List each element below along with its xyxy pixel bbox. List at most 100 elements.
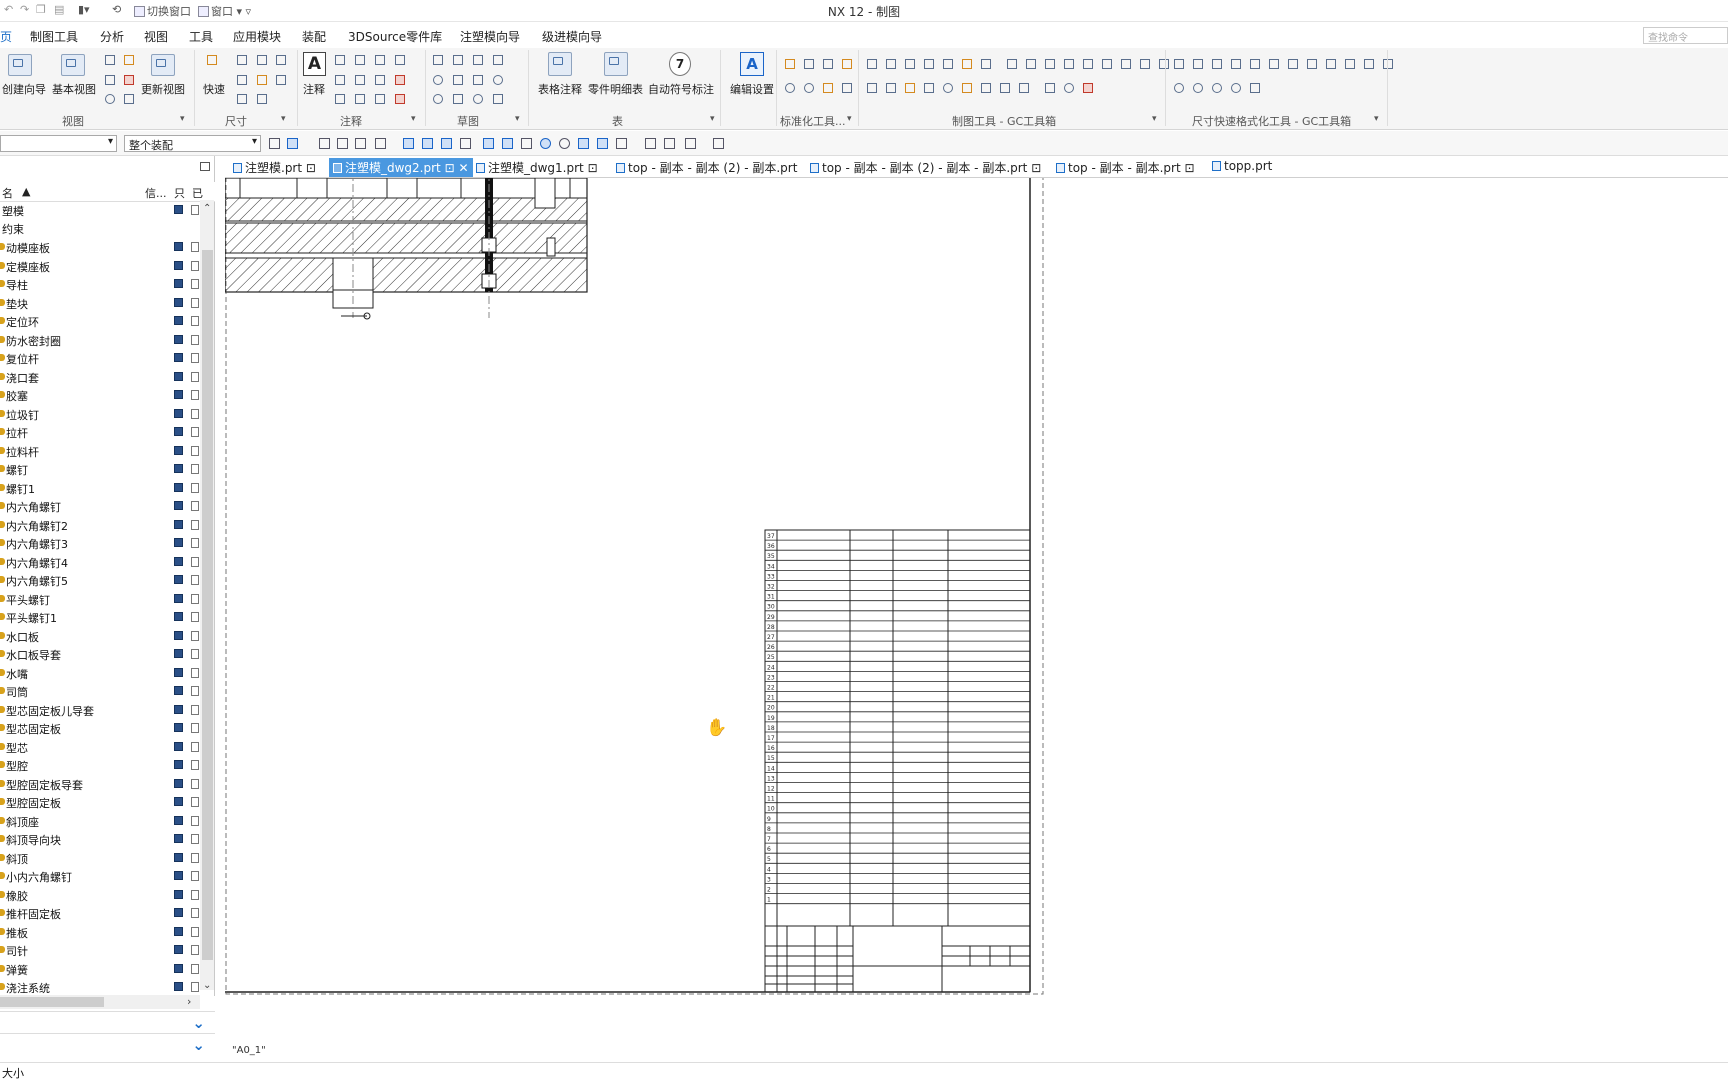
select-all-icon[interactable] <box>354 137 366 149</box>
gc-tool-icon[interactable] <box>1158 58 1169 69</box>
line-snap-icon[interactable] <box>440 137 452 149</box>
list-item[interactable]: 司针 <box>0 941 200 959</box>
point-on-curve-icon[interactable] <box>615 137 627 149</box>
gc-tool-icon[interactable] <box>1006 58 1017 69</box>
menu-page[interactable]: 页 <box>0 28 12 45</box>
gc-tool-icon[interactable] <box>1025 58 1036 69</box>
standard-tool-icon[interactable] <box>784 82 795 93</box>
deselect-icon[interactable] <box>336 137 348 149</box>
assembly-scope-select[interactable]: 整个装配 <box>124 135 261 152</box>
gc-tool-icon[interactable] <box>885 82 896 93</box>
list-item[interactable]: 小内六角螺钉 <box>0 867 200 885</box>
undo-select-icon[interactable] <box>318 137 330 149</box>
auto-balloon-icon[interactable]: 7 <box>669 52 691 76</box>
endpoint-snap-icon[interactable] <box>402 137 414 149</box>
group-annotation-dropdown-icon[interactable]: ▾ <box>411 114 416 124</box>
weld-symbol-icon[interactable] <box>374 74 385 85</box>
point-icon[interactable] <box>452 74 463 85</box>
list-item[interactable]: 水口板 <box>0 627 200 645</box>
scroll-up-icon[interactable]: ⌃ <box>203 203 211 214</box>
gc-tool-icon[interactable] <box>923 82 934 93</box>
column-info[interactable]: 信... <box>145 185 167 201</box>
center-snap-icon[interactable] <box>539 137 551 149</box>
list-item[interactable]: 型腔固定板 <box>0 793 200 811</box>
list-item[interactable]: 弹簧 <box>0 960 200 978</box>
chamfer-dim-icon[interactable] <box>236 74 247 85</box>
note-icon[interactable]: A <box>303 52 326 76</box>
standard-tool-icon[interactable] <box>841 82 852 93</box>
menu-3dsource[interactable]: 3DSource零件库 <box>348 28 442 45</box>
settings-icon[interactable] <box>712 137 724 149</box>
fillet-icon[interactable] <box>472 93 483 104</box>
gc-tool-icon[interactable] <box>1120 58 1131 69</box>
update-view-button[interactable]: 更新视图 <box>141 81 185 97</box>
group-table-dropdown-icon[interactable]: ▾ <box>710 114 715 124</box>
gc-tool-icon[interactable] <box>999 82 1010 93</box>
menu-assembly[interactable]: 装配 <box>302 28 326 45</box>
dim-format-icon[interactable] <box>1173 58 1184 69</box>
arc-length-dim-icon[interactable] <box>275 74 286 85</box>
list-item[interactable]: 平头螺钉1 <box>0 608 200 626</box>
list-item[interactable]: 司筒 <box>0 682 200 700</box>
quadrant-snap-icon[interactable] <box>520 137 532 149</box>
profile-icon[interactable] <box>432 54 443 65</box>
gc-tool-icon[interactable] <box>942 82 953 93</box>
standard-tool-icon[interactable] <box>784 58 795 69</box>
region-fill-icon[interactable] <box>394 93 405 104</box>
hatch-icon[interactable] <box>394 74 405 85</box>
dim-format-icon[interactable] <box>1325 58 1336 69</box>
list-item[interactable]: 内六角螺钉2 <box>0 516 200 534</box>
list-item[interactable]: 型腔固定板导套 <box>0 775 200 793</box>
group-gc-drafting-dropdown-icon[interactable]: ▾ <box>1152 114 1157 124</box>
scroll-right-icon[interactable]: › <box>187 995 191 1008</box>
tab-mold-prt[interactable]: 注塑模.prt ⊡ <box>229 158 320 177</box>
maximize-panel-icon[interactable] <box>200 162 210 171</box>
list-item[interactable]: 斜顶导向块 <box>0 830 200 848</box>
group-sketch-dropdown-icon[interactable]: ▾ <box>515 114 520 124</box>
group-gc-dim-format-dropdown-icon[interactable]: ▾ <box>1374 114 1379 124</box>
list-item[interactable]: 定模座板 <box>0 257 200 275</box>
gc-tool-icon[interactable] <box>1139 58 1150 69</box>
update-view-icon[interactable] <box>151 54 175 76</box>
radial-dim-icon[interactable] <box>256 54 267 65</box>
tab-top-copy-3[interactable]: top - 副本 - 副本.prt ⊡ <box>1052 158 1199 177</box>
standard-tool-icon[interactable] <box>803 82 814 93</box>
scroll-down-icon[interactable]: ⌄ <box>203 980 211 991</box>
parts-list-icon[interactable] <box>604 52 628 76</box>
list-item[interactable]: 橡胶 <box>0 886 200 904</box>
dim-format-icon[interactable] <box>1192 82 1203 93</box>
dim-format-icon[interactable] <box>1249 82 1260 93</box>
standard-tool-icon[interactable] <box>822 82 833 93</box>
list-item[interactable]: 推板 <box>0 923 200 941</box>
gc-tool-icon[interactable] <box>885 58 896 69</box>
thickness-dim-icon[interactable] <box>256 74 267 85</box>
list-item[interactable]: 平头螺钉 <box>0 590 200 608</box>
list-item[interactable]: 螺钉1 <box>0 479 200 497</box>
list-item[interactable]: 垫块 <box>0 294 200 312</box>
menu-app-module[interactable]: 应用模块 <box>233 28 281 45</box>
quick-dimension-icon[interactable] <box>206 54 228 76</box>
column-name[interactable]: 名 <box>2 185 13 201</box>
list-item[interactable]: 螺钉 <box>0 460 200 478</box>
dim-format-icon[interactable] <box>1344 58 1355 69</box>
gc-tool-icon[interactable] <box>1018 82 1029 93</box>
gc-tool-icon[interactable] <box>1082 82 1093 93</box>
detail-view-icon[interactable] <box>104 74 115 85</box>
dim-format-icon[interactable] <box>1230 82 1241 93</box>
ellipse-icon[interactable] <box>432 93 443 104</box>
list-item[interactable]: 斜顶 <box>0 849 200 867</box>
angular-dim-icon[interactable] <box>275 54 286 65</box>
gc-tool-icon[interactable] <box>1063 58 1074 69</box>
studio-spline-icon[interactable] <box>472 74 483 85</box>
tab-topp[interactable]: topp.prt <box>1208 158 1276 177</box>
gc-tool-icon[interactable] <box>866 82 877 93</box>
centerline-icon[interactable] <box>394 54 405 65</box>
dim-format-icon[interactable] <box>1211 82 1222 93</box>
table-note-button[interactable]: 表格注释 <box>538 81 582 97</box>
drawing-wizard-icon[interactable] <box>8 54 32 76</box>
list-item[interactable]: 型芯固定板 <box>0 719 200 737</box>
list-item[interactable]: 内六角螺钉 <box>0 497 200 515</box>
spline-snap-icon[interactable] <box>482 137 494 149</box>
cross-icon[interactable] <box>374 54 385 65</box>
list-item[interactable]: 推杆固定板 <box>0 904 200 922</box>
